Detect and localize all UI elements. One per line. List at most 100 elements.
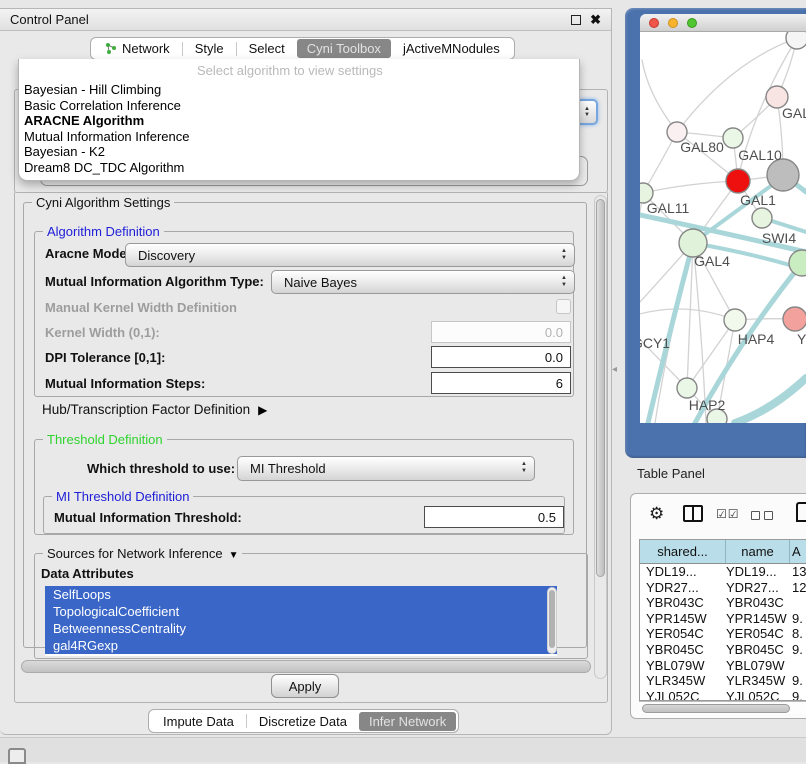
table-row[interactable]: YDL19...YDL19...13 [640,564,806,580]
tab-style[interactable]: Style [183,39,236,58]
hub-definition-toggle[interactable]: Hub/Transcription Factor Definition▶ [42,402,267,417]
table-panel-title: Table Panel [637,466,705,481]
list-scrollbar[interactable] [547,587,557,654]
tab-cyni-toolbox[interactable]: Cyni Toolbox [297,39,391,58]
network-node-label: HAP4 [738,331,775,347]
float-window-icon[interactable] [571,15,581,25]
select-all-checkboxes-icon[interactable]: ☑☑ [716,507,740,521]
bottom-tab-bar: Impute Data Discretize Data Infer Networ… [148,709,459,733]
combo-arrows-icon: ▲▼ [561,275,567,289]
table-cell: 9. [790,642,806,658]
tab-infer-network[interactable]: Infer Network [359,712,456,731]
table-row[interactable]: YPR145WYPR145W9. [640,611,806,627]
table-cell: YLR345W [640,673,726,689]
attribute-list-item[interactable]: BetweennessCentrality [45,620,557,637]
vertical-scrollbar-thumb[interactable] [596,199,605,577]
sources-title[interactable]: Sources for Network Inference▼ [43,546,242,561]
manual-kernel-checkbox[interactable] [556,299,571,314]
network-node-hap4[interactable] [724,309,746,331]
manual-kernel-label: Manual Kernel Width Definition [45,300,237,315]
network-node[interactable] [752,208,772,228]
split-columns-icon[interactable] [683,505,703,522]
deselect-checkbox-icon[interactable] [751,511,760,520]
network-node-hap2[interactable] [677,378,697,398]
network-canvas[interactable]: GALGAL80GAL10GAL1GAL11SWI4GAL4GCY1HAP4YH… [640,32,806,423]
algorithm-option[interactable]: ARACNE Algorithm [19,113,579,129]
mi-type-value: Naive Bayes [284,275,357,290]
mi-steps-field[interactable]: 6 [431,372,571,394]
attribute-list-item[interactable]: gal4RGexp [45,637,557,654]
dpi-tolerance-field[interactable]: 0.0 [431,346,571,368]
tab-select[interactable]: Select [237,39,297,58]
table-cell: YDL19... [726,564,790,580]
network-edge[interactable] [687,320,735,388]
table-cell [790,595,806,611]
mi-type-combo[interactable]: Naive Bayes ▲▼ [271,270,575,294]
network-window-titlebar[interactable] [640,14,806,32]
network-node-label: GCY1 [640,335,670,351]
gear-icon[interactable]: ⚙ [649,504,664,524]
table-cell: YER054C [640,626,726,642]
algorithm-option[interactable]: Mutual Information Inference [19,129,579,145]
network-edge[interactable] [677,38,797,132]
zoom-traffic-light-icon[interactable] [687,18,697,28]
table-row[interactable]: YBR045CYBR045C9. [640,642,806,658]
network-node[interactable] [767,159,799,191]
table-grid-icon[interactable] [796,502,806,522]
mi-threshold-field[interactable]: 0.5 [424,506,564,528]
tab-network[interactable]: Network [93,39,182,58]
table-horizontal-scrollbar-thumb[interactable] [642,704,790,713]
table-cell: 12 [790,580,806,596]
table-row[interactable]: YBL079WYBL079W [640,658,806,674]
table-row[interactable]: YER054CYER054C8. [640,626,806,642]
table-column-header[interactable]: A [790,540,806,563]
attribute-list-item[interactable]: TopologicalCoefficient [45,603,557,620]
table-column-header[interactable]: shared... [640,540,726,563]
network-edge[interactable] [643,181,738,193]
table-row[interactable]: YJL052CYJL052C9. [640,689,806,701]
table-horizontal-scrollbar[interactable] [639,701,806,714]
algorithm-option[interactable]: Basic Correlation Inference [19,98,579,114]
kernel-width-field[interactable]: 0.0 [431,321,571,343]
network-edge[interactable] [735,378,806,423]
aracne-mode-combo[interactable]: Discovery ▲▼ [125,243,575,267]
table-cell: YBR043C [640,595,726,611]
apply-button[interactable]: Apply [271,674,339,698]
minimize-traffic-light-icon[interactable] [668,18,678,28]
network-node[interactable] [786,32,806,49]
network-node-swi4[interactable] [789,250,806,276]
network-edge[interactable] [642,60,677,132]
deselect-checkbox-icon[interactable] [764,511,773,520]
panel-splitter-arrow-icon[interactable]: ◂ [612,364,617,375]
algorithm-option[interactable]: Bayesian - Hill Climbing [19,82,579,98]
tab-impute-data[interactable]: Impute Data [151,712,246,731]
table-row[interactable]: YDR27...YDR27...12 [640,580,806,596]
algorithm-option[interactable]: Dream8 DC_TDC Algorithm [19,160,579,176]
table-cell: 13 [790,564,806,580]
close-icon[interactable]: ✖ [590,12,601,28]
close-traffic-light-icon[interactable] [649,18,659,28]
tab-discretize-data[interactable]: Discretize Data [247,712,359,731]
table-cell: YDL19... [640,564,726,580]
which-threshold-combo[interactable]: MI Threshold ▲▼ [237,456,535,481]
table-cell: YDR27... [726,580,790,596]
threshold-definition-title: Threshold Definition [43,432,167,447]
table-cell: YPR145W [640,611,726,627]
tab-jactivemnodules[interactable]: jActiveMNodules [391,39,512,58]
control-panel-window: Control Panel ✖ Network Style Select Cyn… [0,8,612,735]
table-row[interactable]: YBR043CYBR043C [640,595,806,611]
node-table: shared...nameA YDL19...YDL19...13YDR27..… [639,539,806,701]
network-edge[interactable] [640,309,735,320]
network-node-y[interactable] [783,307,806,331]
network-node-gal1[interactable] [726,169,750,193]
attribute-list-item[interactable]: SelfLoops [45,586,557,603]
algorithm-option[interactable]: Bayesian - K2 [19,144,579,160]
table-column-header[interactable]: name [726,540,790,563]
list-scrollbar-thumb[interactable] [549,590,555,648]
network-node-gal10[interactable] [723,128,743,148]
horizontal-scrollbar-thumb[interactable] [21,660,591,673]
mi-threshold-value: 0.5 [538,510,556,525]
table-row[interactable]: YLR345WYLR345W9. [640,673,806,689]
vertical-scrollbar[interactable] [594,195,607,679]
threshold-definition-group: Threshold Definition Which threshold to … [34,439,574,535]
